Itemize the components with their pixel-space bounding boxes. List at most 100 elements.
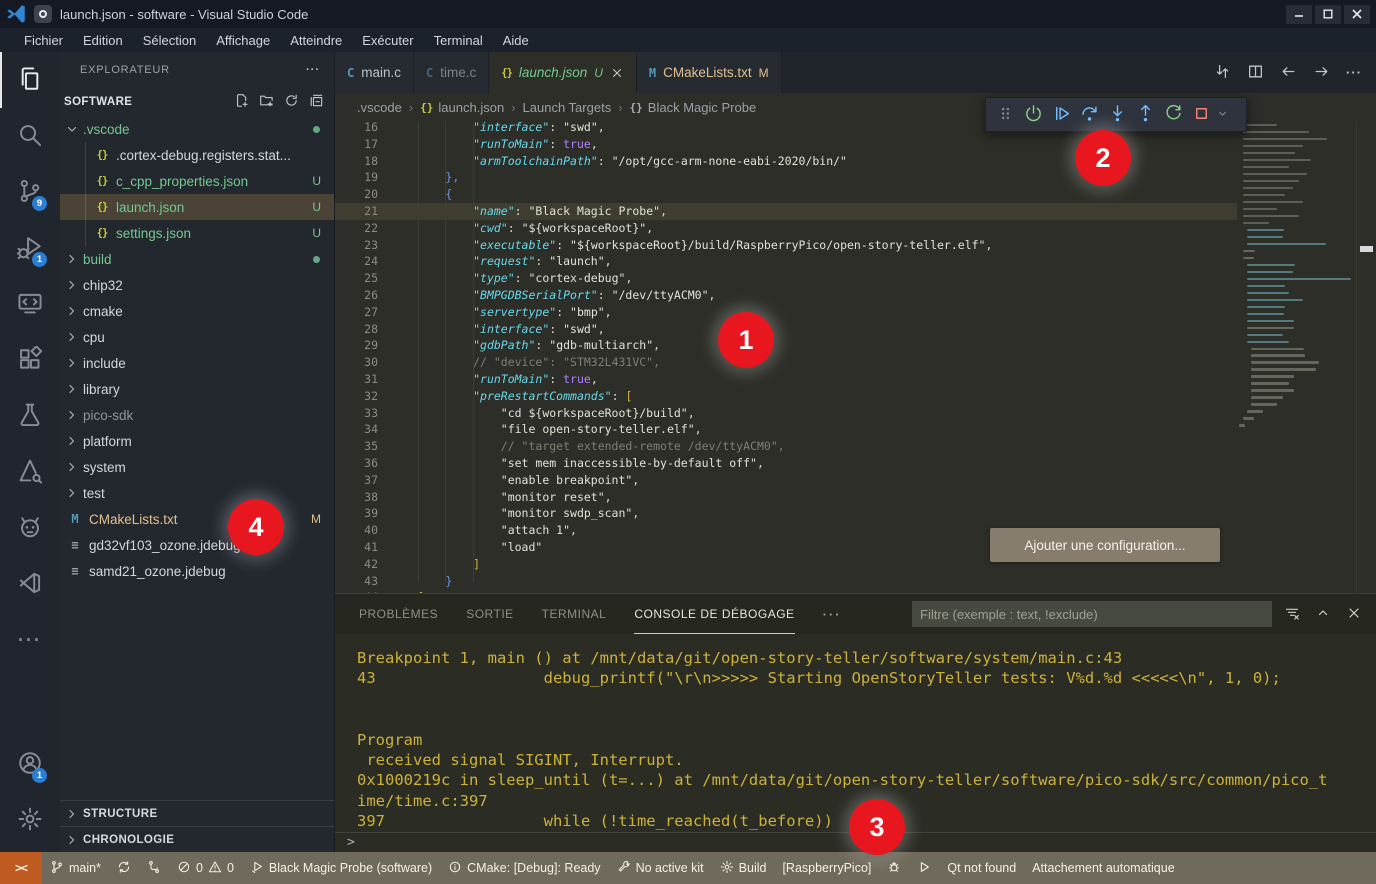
tab-main.c[interactable]: Cmain.c xyxy=(335,52,414,93)
breadcrumb-item[interactable]: {}launch.json xyxy=(420,100,504,115)
minimap[interactable] xyxy=(1237,124,1356,592)
tab-launch.json[interactable]: {}launch.jsonU xyxy=(489,52,637,93)
status-bug[interactable] xyxy=(879,852,909,884)
activity-run-debug[interactable]: 1 xyxy=(0,220,60,276)
code-line-34[interactable]: 34 "file open-story-teller.elf", xyxy=(335,421,1237,438)
code-line-26[interactable]: 26 "BMPGDBSerialPort": "/dev/ttyACM0", xyxy=(335,287,1237,304)
activity-more-views[interactable]: ··· xyxy=(0,612,60,668)
activity-platformio[interactable] xyxy=(0,500,60,556)
debug-filter-input[interactable] xyxy=(920,607,1264,622)
chevron-up-button[interactable] xyxy=(1315,605,1331,624)
sidebar-more-actions-icon[interactable]: ··· xyxy=(306,64,320,76)
dropdown-button[interactable] xyxy=(1215,101,1230,129)
tree-item-settings.json[interactable]: {}settings.jsonU xyxy=(60,220,334,246)
status-black-magic-probe-software-[interactable]: Black Magic Probe (software) xyxy=(242,852,440,884)
tree-item-samd21_ozone.jdebug[interactable]: ≡samd21_ozone.jdebug xyxy=(60,558,334,584)
add-configuration-button[interactable]: Ajouter une configuration... xyxy=(990,528,1220,562)
tree-item-test[interactable]: test xyxy=(60,480,334,506)
tree-item-chip32[interactable]: chip32 xyxy=(60,272,334,298)
menu-aide[interactable]: Aide xyxy=(493,33,539,48)
tree-item-cmakelists.txt[interactable]: MCMakeLists.txtM xyxy=(60,506,334,532)
open-changes-button[interactable] xyxy=(1214,63,1231,83)
tree-item-include[interactable]: include xyxy=(60,350,334,376)
minimize-button[interactable] xyxy=(1286,5,1312,24)
section-software[interactable]: SOFTWARE xyxy=(60,88,334,116)
code-line-44[interactable]: 44 ] xyxy=(335,589,1237,593)
status-qt-not-found[interactable]: Qt not found xyxy=(939,852,1024,884)
code-line-22[interactable]: 22 "cwd": "${workspaceRoot}", xyxy=(335,220,1237,237)
activity-extensions[interactable] xyxy=(0,332,60,388)
continue-button[interactable] xyxy=(1047,101,1075,129)
tree-item-gd32vf103_ozone.jdebug[interactable]: ≡gd32vf103_ozone.jdebug xyxy=(60,532,334,558)
collapse-all-button[interactable] xyxy=(309,93,324,111)
menu-atteindre[interactable]: Atteindre xyxy=(280,33,352,48)
menu-edition[interactable]: Edition xyxy=(73,33,133,48)
status-sync[interactable] xyxy=(109,852,139,884)
menu-affichage[interactable]: Affichage xyxy=(206,33,280,48)
panel-tab-console-de-d-bogage[interactable]: CONSOLE DE DÉBOGAGE xyxy=(634,594,794,634)
breadcrumb-item[interactable]: Launch Targets xyxy=(523,100,612,115)
menu-terminal[interactable]: Terminal xyxy=(424,33,493,48)
status-play[interactable] xyxy=(909,852,939,884)
power-button[interactable] xyxy=(1019,101,1047,129)
status-branch2[interactable] xyxy=(139,852,169,884)
breadcrumb-item[interactable]: .vscode xyxy=(357,100,402,115)
more-button[interactable]: ··· xyxy=(1346,65,1362,80)
panel-more-icon[interactable]: ··· xyxy=(823,607,842,622)
menu-exécuter[interactable]: Exécuter xyxy=(352,33,423,48)
code-line-25[interactable]: 25 "type": "cortex-debug", xyxy=(335,270,1237,287)
maximize-button[interactable] xyxy=(1315,5,1341,24)
status-no-active-kit[interactable]: No active kit xyxy=(609,852,712,884)
activity-vs-solution[interactable] xyxy=(0,556,60,612)
activity-settings[interactable] xyxy=(0,792,60,848)
code-line-31[interactable]: 31 "runToMain": true, xyxy=(335,371,1237,388)
new-file-button[interactable] xyxy=(234,93,249,111)
code-line-30[interactable]: 30 // "device": "STM32L431VC", xyxy=(335,354,1237,371)
editor-scrollbar[interactable] xyxy=(1356,122,1376,593)
remote-indicator[interactable]: >< xyxy=(0,852,42,884)
status-attachement-automatique[interactable]: Attachement automatique xyxy=(1024,852,1182,884)
section-structure[interactable]: STRUCTURE xyxy=(60,800,334,826)
code-line-28[interactable]: 28 "interface": "swd", xyxy=(335,321,1237,338)
tree-item-library[interactable]: library xyxy=(60,376,334,402)
activity-search[interactable] xyxy=(0,108,60,164)
close-button[interactable] xyxy=(1344,5,1370,24)
status-item[interactable]: 00 xyxy=(169,852,242,884)
new-folder-button[interactable] xyxy=(259,93,274,111)
code-line-20[interactable]: 20 { xyxy=(335,186,1237,203)
refresh-button[interactable] xyxy=(284,93,299,111)
code-line-36[interactable]: 36 "set mem inaccessible-by-default off"… xyxy=(335,455,1237,472)
arrow-left-button[interactable] xyxy=(1280,63,1297,83)
tree-item-cpu[interactable]: cpu xyxy=(60,324,334,350)
breadcrumb-item[interactable]: {}Black Magic Probe xyxy=(630,100,757,115)
section-chronologie[interactable]: CHRONOLOGIE xyxy=(60,826,334,852)
activity-accounts[interactable]: 1 xyxy=(0,736,60,792)
activity-explorer[interactable] xyxy=(0,52,60,108)
step-over-button[interactable] xyxy=(1075,101,1103,129)
code-line-39[interactable]: 39 "monitor swdp_scan", xyxy=(335,505,1237,522)
tree-item-build[interactable]: build xyxy=(60,246,334,272)
close-tab-icon[interactable] xyxy=(610,66,624,80)
drag-handle-button[interactable] xyxy=(991,101,1019,129)
code-line-27[interactable]: 27 "servertype": "bmp", xyxy=(335,304,1237,321)
step-into-button[interactable] xyxy=(1103,101,1131,129)
tree-item-launch.json[interactable]: {}launch.jsonU xyxy=(60,194,334,220)
code-line-32[interactable]: 32 "preRestartCommands": [ xyxy=(335,388,1237,405)
panel-tab-probl-mes[interactable]: PROBLÈMES xyxy=(359,594,438,634)
filter-clear-button[interactable] xyxy=(1284,605,1300,624)
status--raspberrypico-[interactable]: [RaspberryPico] xyxy=(774,852,879,884)
tree-item-pico-sdk[interactable]: pico-sdk xyxy=(60,402,334,428)
tab-time.c[interactable]: Ctime.c xyxy=(414,52,489,93)
stop-button[interactable] xyxy=(1187,101,1215,129)
code-line-23[interactable]: 23 "executable": "${workspaceRoot}/build… xyxy=(335,237,1237,254)
tree-item-system[interactable]: system xyxy=(60,454,334,480)
code-line-29[interactable]: 29 "gdbPath": "gdb-multiarch", xyxy=(335,337,1237,354)
menu-sélection[interactable]: Sélection xyxy=(133,33,206,48)
scrollbar-handle[interactable] xyxy=(1360,246,1373,252)
panel-tab-sortie[interactable]: SORTIE xyxy=(466,594,513,634)
tree-item-cmake[interactable]: cmake xyxy=(60,298,334,324)
status-cmake-debug-ready[interactable]: CMake: [Debug]: Ready xyxy=(440,852,608,884)
split-editor-button[interactable] xyxy=(1247,63,1264,83)
tab-cmakelists.txt[interactable]: MCMakeLists.txtM xyxy=(637,52,782,93)
code-line-24[interactable]: 24 "request": "launch", xyxy=(335,253,1237,270)
